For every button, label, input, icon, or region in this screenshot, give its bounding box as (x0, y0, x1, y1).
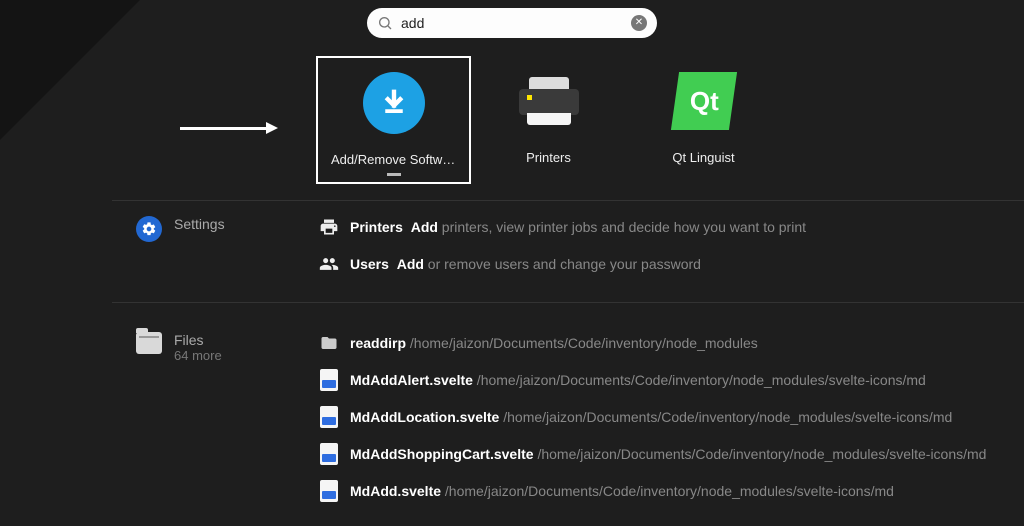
file-result[interactable]: MdAddAlert.svelte /home/jaizon/Documents… (318, 369, 986, 391)
pamac-icon (363, 72, 425, 134)
settings-icon (136, 216, 162, 242)
file-result[interactable]: MdAddShoppingCart.svelte /home/jaizon/Do… (318, 443, 986, 465)
section-label: Settings (174, 216, 225, 232)
users-icon (318, 253, 340, 275)
result-text: MdAdd.svelte /home/jaizon/Documents/Code… (350, 483, 894, 499)
app-qt-linguist[interactable]: Qt Qt Linguist (626, 56, 781, 184)
file-icon (318, 443, 340, 465)
app-results-row: Add/Remove Software Printers Qt Qt Lingu… (316, 56, 781, 184)
divider (112, 200, 1024, 201)
settings-section: Settings Printers Add printers, view pri… (136, 216, 806, 275)
result-text: MdAddShoppingCart.svelte /home/jaizon/Do… (350, 446, 986, 462)
app-printers[interactable]: Printers (471, 56, 626, 184)
file-icon (318, 369, 340, 391)
printer-icon (318, 216, 340, 238)
file-result[interactable]: MdAdd.svelte /home/jaizon/Documents/Code… (318, 480, 986, 502)
section-label: Files (174, 332, 222, 348)
files-icon (136, 332, 162, 354)
app-label: Printers (526, 150, 571, 165)
app-label: Qt Linguist (672, 150, 734, 165)
file-icon (318, 480, 340, 502)
section-sublabel: 64 more (174, 348, 222, 363)
settings-result-users[interactable]: Users Add or remove users and change you… (318, 253, 806, 275)
search-input[interactable] (401, 15, 623, 31)
settings-result-printers[interactable]: Printers Add printers, view printer jobs… (318, 216, 806, 238)
file-icon (318, 406, 340, 428)
file-result[interactable]: MdAddLocation.svelte /home/jaizon/Docume… (318, 406, 986, 428)
result-text: Users Add or remove users and change you… (350, 256, 701, 272)
app-label: Add/Remove Software (331, 152, 456, 167)
files-section: Files 64 more readdirp /home/jaizon/Docu… (136, 332, 986, 502)
app-add-remove-software[interactable]: Add/Remove Software (316, 56, 471, 184)
result-text: MdAddAlert.svelte /home/jaizon/Documents… (350, 372, 926, 388)
divider (112, 302, 1024, 303)
folder-icon (318, 332, 340, 354)
file-result[interactable]: readdirp /home/jaizon/Documents/Code/inv… (318, 332, 986, 354)
result-text: Printers Add printers, view printer jobs… (350, 219, 806, 235)
qt-icon: Qt (670, 72, 736, 130)
clear-search-icon[interactable]: ✕ (631, 15, 647, 31)
result-text: readdirp /home/jaizon/Documents/Code/inv… (350, 335, 758, 351)
result-text: MdAddLocation.svelte /home/jaizon/Docume… (350, 409, 952, 425)
arrow-annotation (180, 122, 278, 134)
search-bar[interactable]: ✕ (367, 8, 657, 38)
search-icon (377, 15, 393, 31)
corner-decoration (0, 0, 140, 140)
printer-icon (519, 77, 579, 125)
running-indicator (387, 173, 401, 176)
